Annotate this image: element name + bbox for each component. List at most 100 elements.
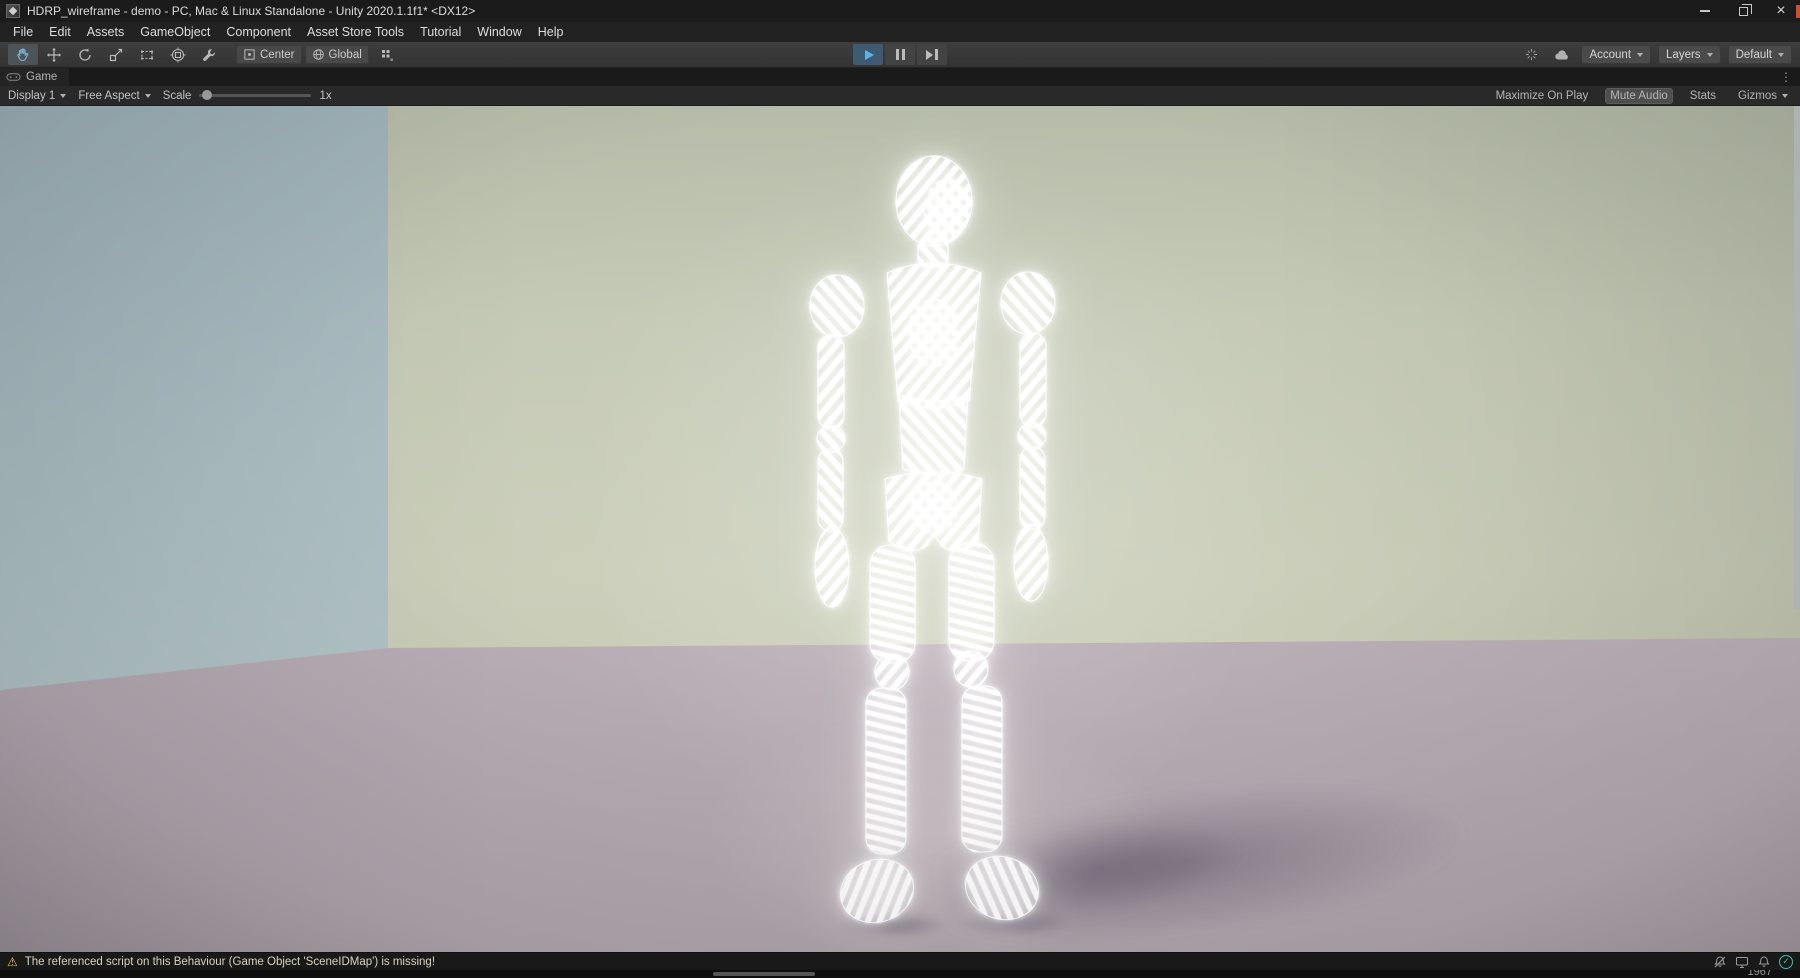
step-button[interactable]: [917, 44, 947, 65]
combined-transform-icon: [170, 47, 186, 63]
bell-icon[interactable]: [1757, 955, 1771, 969]
cloud-icon: [1554, 49, 1570, 61]
view-tab-row: Game ⋮: [0, 68, 1800, 86]
display-dropdown[interactable]: Display 1: [8, 90, 66, 102]
space-toggle-button[interactable]: Global: [305, 45, 369, 64]
left-wall: [0, 106, 1800, 952]
aspect-dropdown-label: Free Aspect: [78, 90, 139, 102]
window-title: HDRP_wireframe - demo - PC, Mac & Linux …: [27, 4, 475, 18]
mute-audio-toggle[interactable]: Mute Audio: [1606, 89, 1672, 103]
step-icon: [926, 49, 938, 60]
game-tab-label: Game: [26, 71, 57, 83]
unity-editor-window: HDRP_wireframe - demo - PC, Mac & Linux …: [0, 0, 1800, 978]
account-label: Account: [1589, 49, 1631, 61]
menu-assets[interactable]: Assets: [79, 22, 133, 42]
menu-edit[interactable]: Edit: [41, 22, 79, 42]
wireframe-robot-figure: [791, 155, 1071, 945]
game-viewport[interactable]: [0, 106, 1800, 952]
frame-count: 1967: [1748, 970, 1772, 978]
display-status-icon[interactable]: [1735, 955, 1749, 969]
move-icon: [46, 47, 62, 63]
stats-toggle[interactable]: Stats: [1686, 89, 1720, 103]
activity-complete-icon[interactable]: ✓: [1779, 955, 1793, 969]
display-dropdown-label: Display 1: [8, 90, 55, 102]
menu-component[interactable]: Component: [218, 22, 299, 42]
floor-shading: [0, 106, 1800, 952]
tab-overflow-menu-button[interactable]: ⋮: [1772, 70, 1800, 84]
cast-shadow: [933, 752, 1486, 952]
hand-icon: [15, 47, 31, 63]
scale-control: Scale 1x: [163, 90, 332, 102]
status-bar[interactable]: ⚠ The referenced script on this Behaviou…: [0, 952, 1800, 970]
activity-spark-icon: [1525, 48, 1538, 61]
game-view-tab[interactable]: Game: [0, 68, 69, 86]
maximize-on-play-toggle[interactable]: Maximize On Play: [1492, 89, 1593, 103]
pivot-icon: [243, 48, 256, 61]
transform-tool-button[interactable]: [163, 44, 193, 65]
horizontal-scrollbar-thumb[interactable]: [713, 972, 815, 976]
check-icon: ✓: [1782, 957, 1790, 966]
move-tool-button[interactable]: [39, 44, 69, 65]
game-view-icon: [6, 72, 21, 82]
rotate-tool-button[interactable]: [70, 44, 100, 65]
status-message: The referenced script on this Behaviour …: [25, 956, 435, 968]
aspect-ratio-dropdown[interactable]: Free Aspect: [78, 90, 150, 102]
game-toolbar-right: Maximize On Play Mute Audio Stats Gizmos: [1492, 89, 1792, 103]
hand-tool-button[interactable]: [8, 44, 38, 65]
transform-tool-group: [8, 44, 224, 65]
play-button[interactable]: [853, 44, 883, 65]
right-foot-contact-shadow: [960, 910, 1072, 936]
layers-dropdown[interactable]: Layers: [1658, 45, 1721, 64]
back-wall: [0, 106, 1800, 952]
gizmos-dropdown[interactable]: Gizmos: [1734, 89, 1792, 103]
figure-floor-glow: [700, 706, 1170, 952]
layout-dropdown[interactable]: Default: [1728, 45, 1792, 64]
play-icon: [865, 50, 874, 60]
caret-down-icon: [145, 94, 151, 98]
custom-tool-button[interactable]: [194, 44, 224, 65]
restore-button[interactable]: [1724, 0, 1762, 22]
scale-label: Scale: [163, 90, 192, 102]
menu-asset-store-tools[interactable]: Asset Store Tools: [299, 22, 412, 42]
floor: [0, 106, 1800, 952]
pivot-toggle-button[interactable]: Center: [236, 45, 302, 64]
close-button[interactable]: ×: [1762, 0, 1800, 22]
progress-activity-button[interactable]: [1519, 45, 1543, 65]
pause-icon: [896, 49, 905, 60]
pivot-label: Center: [260, 49, 295, 61]
menu-tutorial[interactable]: Tutorial: [412, 22, 469, 42]
grid-snap-button[interactable]: [372, 44, 402, 65]
minimize-button[interactable]: [1686, 0, 1724, 22]
menu-help[interactable]: Help: [530, 22, 572, 42]
menubar: File Edit Assets GameObject Component As…: [0, 22, 1800, 42]
space-label: Global: [329, 49, 362, 61]
gizmos-label: Gizmos: [1738, 90, 1777, 102]
warning-icon: ⚠: [7, 956, 18, 968]
rect-tool-icon: [139, 47, 155, 63]
restore-icon: [1739, 7, 1748, 16]
menu-window[interactable]: Window: [469, 22, 529, 42]
scale-value: 1x: [319, 90, 331, 102]
layers-label: Layers: [1666, 49, 1701, 61]
cloud-services-button[interactable]: [1550, 45, 1574, 65]
pause-button[interactable]: [885, 44, 915, 65]
caret-down-icon: [1637, 53, 1643, 57]
bottom-panel-strip: 1967: [0, 970, 1800, 978]
main-toolbar: Center Global Account Lay: [0, 42, 1800, 68]
menu-file[interactable]: File: [5, 22, 41, 42]
rect-tool-button[interactable]: [132, 44, 162, 65]
rotate-icon: [77, 47, 93, 63]
window-controls: ×: [1686, 0, 1800, 22]
wrench-icon: [201, 47, 217, 63]
bell-slash-icon[interactable]: [1713, 955, 1727, 969]
menu-gameobject[interactable]: GameObject: [132, 22, 218, 42]
scale-slider-thumb[interactable]: [202, 90, 212, 100]
play-controls: [853, 44, 947, 65]
grid-snap-icon: [380, 48, 394, 62]
right-edge-scrollbar[interactable]: [1794, 106, 1800, 609]
status-bar-icons: ✓: [1713, 955, 1793, 969]
scale-tool-button[interactable]: [101, 44, 131, 65]
scale-slider[interactable]: [199, 94, 311, 97]
account-dropdown[interactable]: Account: [1581, 45, 1651, 64]
game-view-toolbar: Display 1 Free Aspect Scale 1x Maximize …: [0, 86, 1800, 106]
